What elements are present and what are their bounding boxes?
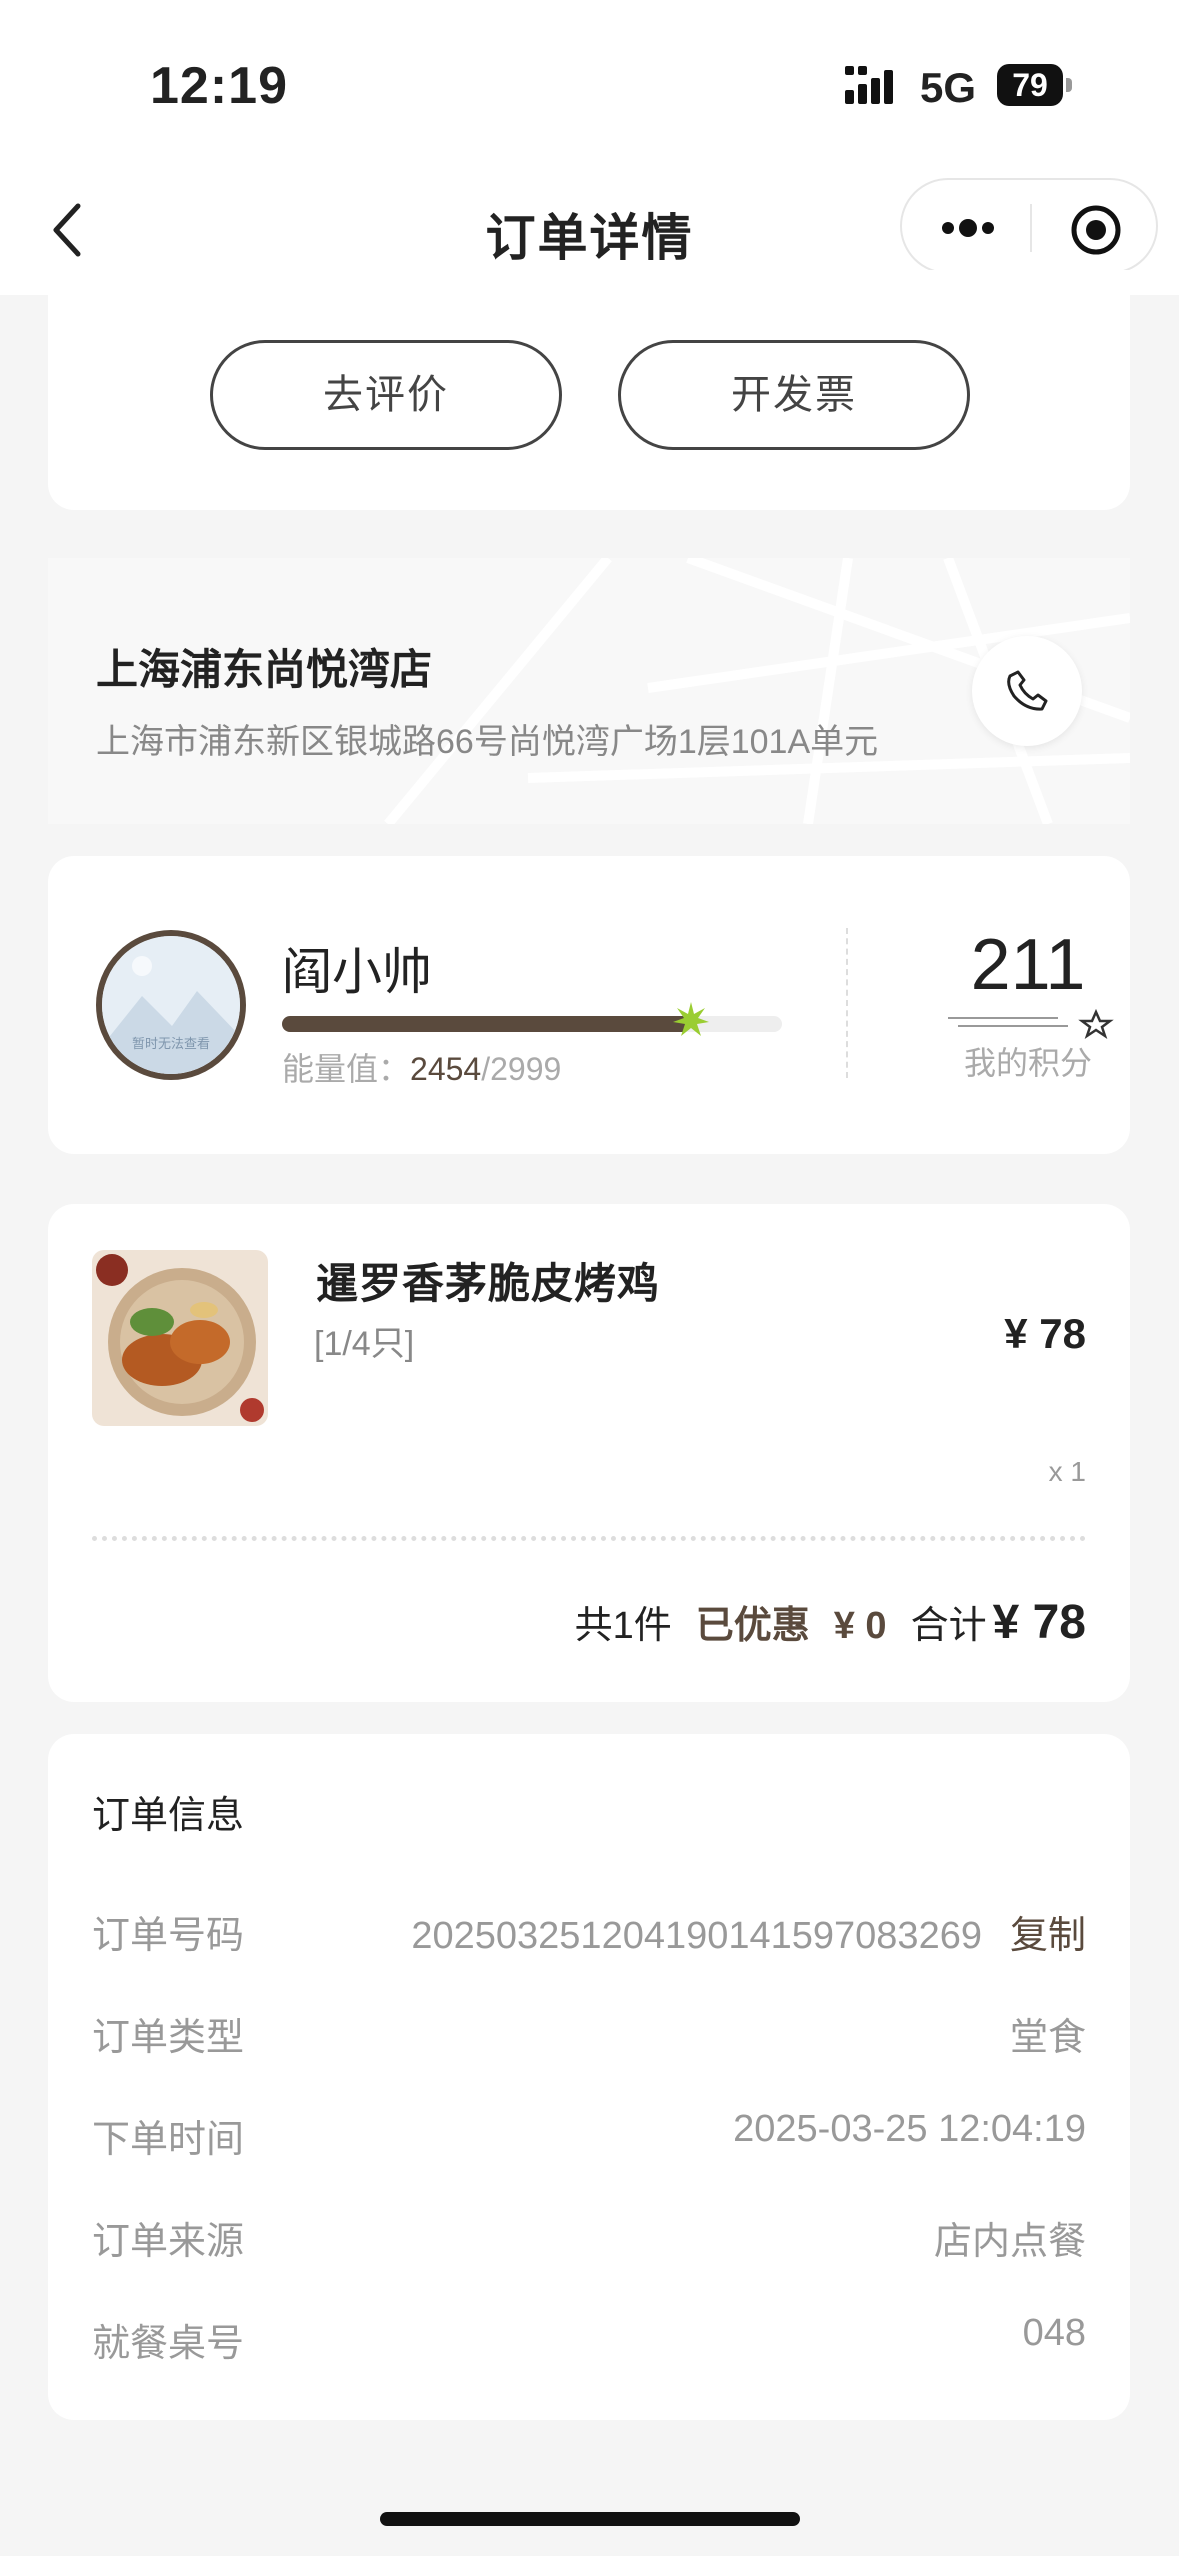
- store-address: 上海市浦东新区银城路66号尚悦湾广场1层101A单元: [96, 723, 879, 761]
- phone-icon: [1007, 670, 1048, 711]
- store-info: 上海浦东尚悦湾店 上海市浦东新区银城路66号尚悦湾广场1层101A单元: [48, 558, 1130, 824]
- signal-icon: [845, 66, 893, 104]
- product-quantity: x 1: [1048, 1456, 1086, 1487]
- energy-progress-bar: [282, 1002, 782, 1036]
- discount-label: 已优惠: [695, 1605, 810, 1647]
- order-summary: 共1件 已优惠 ¥ 0 合计 ¥ 78: [575, 1594, 1086, 1650]
- energy-separator: /: [481, 1051, 491, 1087]
- invoice-button[interactable]: 开发票: [618, 340, 970, 450]
- order-time-label: 下单时间: [92, 2119, 245, 2161]
- table-number-row: 就餐桌号 048: [92, 2304, 1086, 2365]
- order-actions-card: 去评价 开发票: [48, 270, 1130, 510]
- points-value[interactable]: 211: [928, 924, 1128, 1006]
- copy-button[interactable]: 复制: [1010, 1915, 1086, 1957]
- order-number-label: 订单号码: [92, 1915, 245, 1957]
- capsule-divider: [1030, 204, 1032, 252]
- table-number-value: 048: [1022, 2312, 1086, 2354]
- product-spec: [1/4只]: [314, 1325, 415, 1363]
- battery-level: 79: [1012, 67, 1048, 103]
- close-miniprogram-icon[interactable]: [1070, 204, 1122, 256]
- order-type-label: 订单类型: [92, 2017, 245, 2059]
- order-type-row: 订单类型 堂食: [92, 1998, 1086, 2059]
- total-value: ¥ 78: [992, 1596, 1086, 1649]
- battery-cap: [1066, 78, 1072, 92]
- avatar-placeholder-text: 暂时无法查看: [132, 1036, 210, 1052]
- home-indicator[interactable]: [380, 2512, 800, 2526]
- order-info-card: 订单信息 订单号码 20250325120419014159708326​9 复制…: [48, 1734, 1130, 2420]
- energy-max: 2999: [490, 1051, 562, 1087]
- order-type-value: 堂食: [1009, 2017, 1086, 2059]
- order-source-value: 店内点餐: [933, 2221, 1086, 2263]
- total-label: 合计: [910, 1605, 987, 1647]
- order-items-card: 暹罗香茅脆皮烤鸡 [1/4只] ¥ 78 x 1 共1件 已优惠 ¥ 0 合计 …: [48, 1204, 1130, 1702]
- order-number-value-group: 20250325120419014159708326​9 复制: [411, 1904, 1086, 1959]
- energy-label-text: 能量值：: [282, 1051, 411, 1087]
- battery-icon: 79: [997, 64, 1063, 106]
- avatar[interactable]: 暂时无法查看: [96, 930, 246, 1080]
- review-button[interactable]: 去评价: [210, 340, 562, 450]
- points-star-icon: [948, 1008, 1114, 1040]
- points-label: 我的积分: [963, 1045, 1092, 1081]
- more-icon[interactable]: [940, 214, 996, 242]
- order-source-label: 订单来源: [92, 2221, 245, 2263]
- call-store-button[interactable]: [972, 636, 1082, 746]
- order-time-value: 2025-03-25 12:04:19: [733, 2108, 1086, 2150]
- product-name: 暹罗香茅脆皮烤鸡: [316, 1260, 661, 1307]
- store-name: 上海浦东尚悦湾店: [96, 646, 433, 693]
- order-info-title: 订单信息: [92, 1795, 245, 1837]
- table-number-label: 就餐桌号: [92, 2323, 245, 2365]
- discount-value: ¥ 0: [833, 1605, 887, 1647]
- energy-star-icon: [673, 1002, 709, 1036]
- roast-chicken-image: [92, 1250, 268, 1426]
- status-bar: 12:19 5G 79: [0, 0, 1179, 160]
- avatar-placeholder-image: 暂时无法查看: [102, 936, 240, 1074]
- product-price: ¥ 78: [1004, 1310, 1086, 1357]
- order-number-value: 20250325120419014159708326​9: [411, 1915, 982, 1957]
- order-source-row: 订单来源 店内点餐: [92, 2202, 1086, 2263]
- member-name: 阎小帅: [282, 944, 432, 1000]
- order-number-row: 订单号码 20250325120419014159708326​9 复制: [92, 1896, 1086, 1959]
- order-time-row: 下单时间 2025-03-25 12:04:19: [92, 2100, 1086, 2161]
- energy-label: 能量值：2454/2999: [282, 1044, 561, 1090]
- dotted-divider: [92, 1536, 1086, 1541]
- miniprogram-capsule: [900, 178, 1158, 274]
- status-time: 12:19: [150, 57, 288, 115]
- member-card: 暂时无法查看 阎小帅 能量值：2454/2999 211 我的积分: [48, 856, 1130, 1154]
- energy-progress-fill: [282, 1016, 691, 1032]
- network-type: 5G: [920, 64, 977, 111]
- member-divider: [846, 928, 848, 1078]
- product-image[interactable]: [92, 1250, 268, 1426]
- energy-current: 2454: [410, 1051, 482, 1087]
- item-count: 共1件: [574, 1605, 672, 1647]
